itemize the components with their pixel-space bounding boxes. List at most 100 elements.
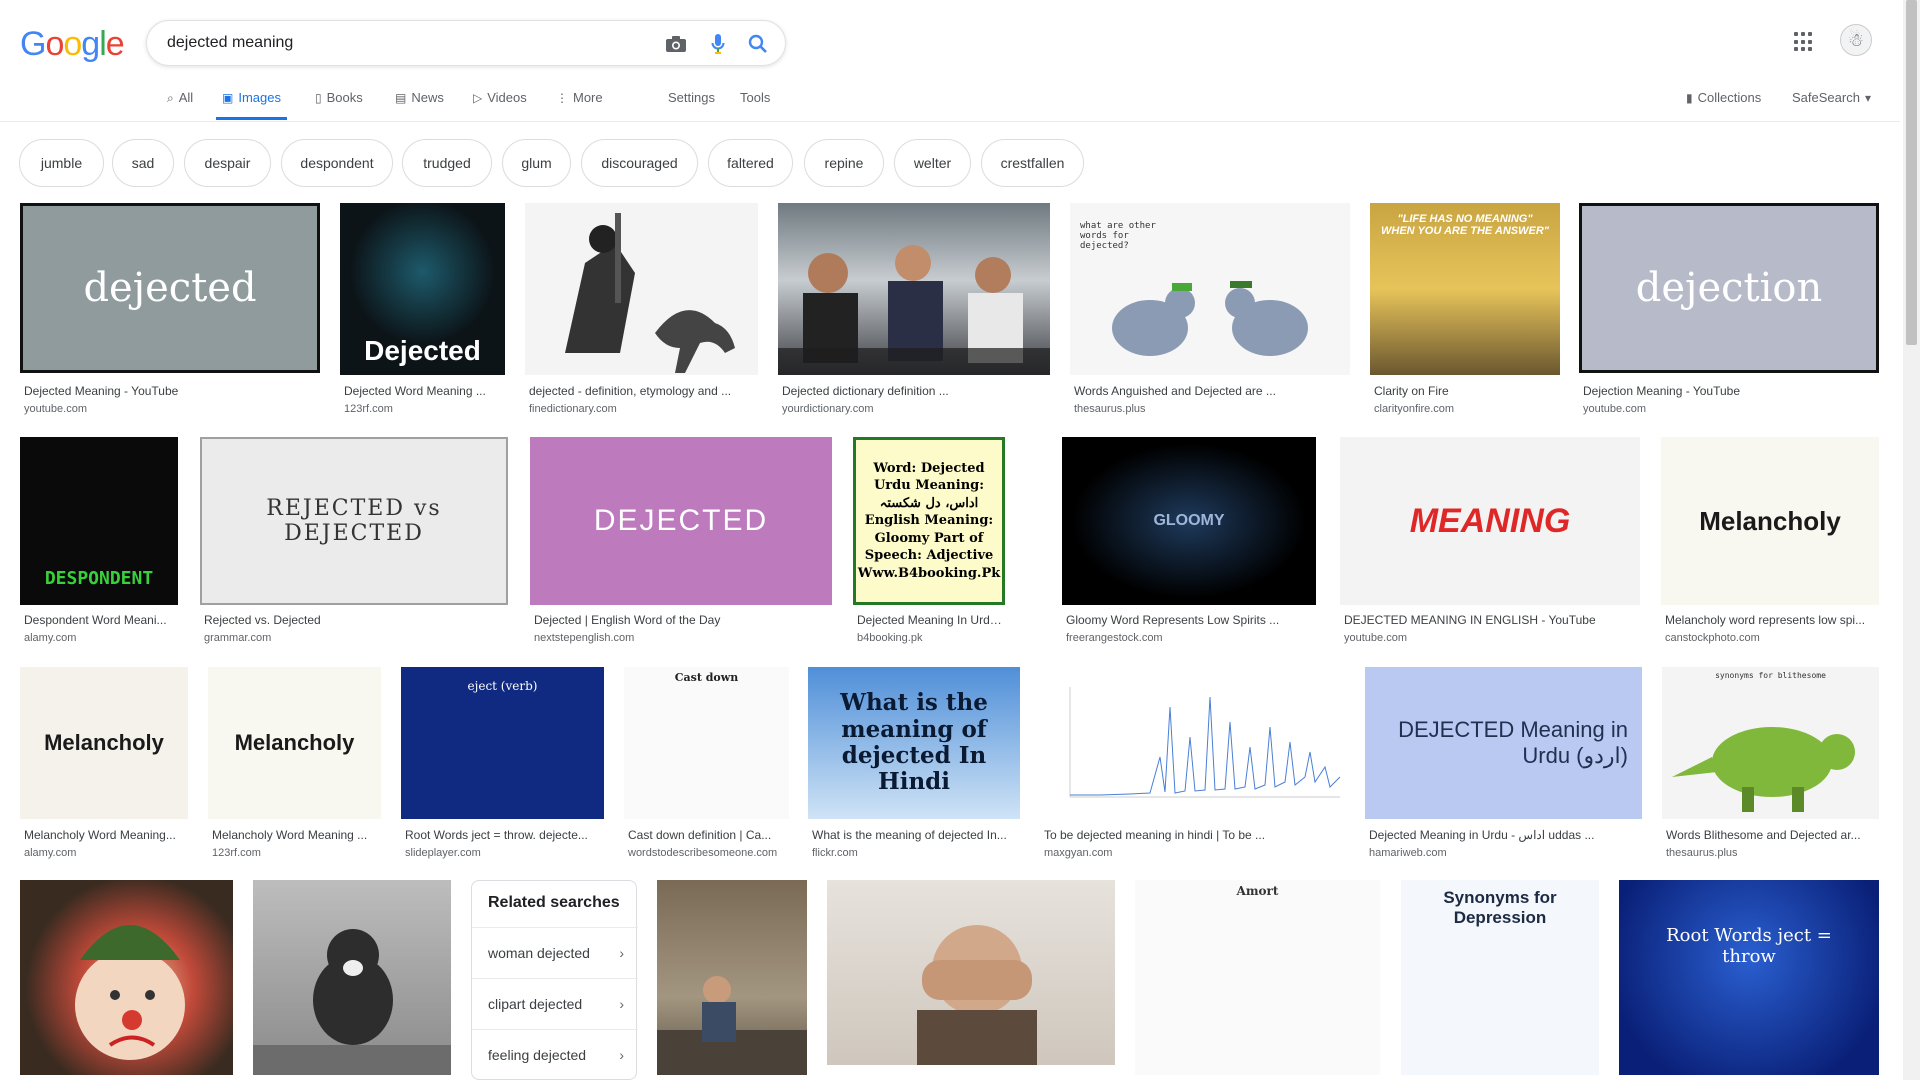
result-thumbnail[interactable]: Dejected [340,203,505,375]
result-caption[interactable]: Dejected Meaning - YouTube [24,384,319,398]
chip-crestfallen[interactable]: crestfallen [981,139,1084,187]
image-result[interactable]: MEANING DEJECTED MEANING IN ENGLISH - Yo… [1340,437,1640,647]
chip-jumble[interactable]: jumble [19,139,104,187]
safesearch-menu[interactable]: SafeSearch ▾ [1792,90,1871,120]
result-caption[interactable]: Clarity on Fire [1374,384,1559,398]
image-result[interactable]: synonyms for blithesome Words Blithesome… [1662,667,1879,867]
result-caption[interactable]: To be dejected meaning in hindi | To be … [1044,828,1344,842]
result-thumbnail[interactable] [20,880,233,1075]
tab-images[interactable]: ▣ Images [216,90,287,120]
search-icon[interactable] [745,31,771,57]
result-thumbnail[interactable] [827,880,1115,1065]
chip-repine[interactable]: repine [804,139,884,187]
tools-link[interactable]: Tools [740,90,770,120]
result-thumbnail[interactable] [657,880,807,1075]
result-thumbnail[interactable]: What is the meaning of dejected In Hindi [808,667,1020,819]
image-result[interactable]: dejected Dejected Meaning - YouTube yout… [20,203,320,428]
related-search-item[interactable]: woman dejected › [472,927,638,977]
image-result[interactable]: Melancholy Melancholy Word Meaning... al… [20,667,188,867]
result-caption[interactable]: What is the meaning of dejected In... [812,828,1020,842]
image-result[interactable]: DESPONDENT Despondent Word Meani... alam… [20,437,180,647]
collections-link[interactable]: ▮ Collections [1686,90,1761,120]
result-thumbnail[interactable]: REJECTED vs DEJECTED [200,437,508,605]
chip-discouraged[interactable]: discouraged [581,139,698,187]
image-result[interactable]: Dejected Dejected Word Meaning ... 123rf… [340,203,505,428]
result-caption[interactable]: Dejected Meaning In Urdu an... [857,613,1007,627]
image-result[interactable]: DEJECTED Meaning in Urdu (اردو) Dejected… [1365,667,1642,867]
result-thumbnail[interactable]: Amort [1135,880,1380,1075]
image-result[interactable]: Root Words ject = throw [1619,880,1879,1080]
image-result[interactable]: dejected - definition, etymology and ...… [525,203,758,428]
result-caption[interactable]: Words Anguished and Dejected are ... [1074,384,1349,398]
result-thumbnail[interactable]: eject (verb) [401,667,604,819]
scrollbar-thumb[interactable] [1906,0,1917,345]
result-thumbnail[interactable]: Melancholy [20,667,188,819]
image-result[interactable]: Cast down Cast down definition | Ca... w… [624,667,789,867]
result-thumbnail[interactable]: DESPONDENT [20,437,178,605]
google-logo[interactable]: Google [20,25,125,64]
chip-sad[interactable]: sad [112,139,174,187]
image-result[interactable]: eject (verb) Root Words ject = throw. de… [401,667,604,867]
tab-videos[interactable]: ▷ Videos [473,90,527,120]
chip-despondent[interactable]: despondent [281,139,393,187]
tab-news[interactable]: ▤ News [395,90,444,120]
related-search-item[interactable]: feeling dejected › [472,1029,638,1079]
result-thumbnail[interactable] [778,203,1050,375]
image-result[interactable]: Amort [1135,880,1380,1080]
result-thumbnail[interactable]: Word: Dejected Urdu Meaning: اداس، دل شک… [853,437,1005,605]
result-thumbnail[interactable]: Melancholy [208,667,381,819]
result-caption[interactable]: Melancholy Word Meaning ... [212,828,381,842]
result-caption[interactable]: Cast down definition | Ca... [628,828,789,842]
image-result[interactable] [253,880,451,1080]
image-result[interactable] [827,880,1115,1080]
result-thumbnail[interactable]: DEJECTED [530,437,832,605]
chip-faltered[interactable]: faltered [708,139,793,187]
image-result[interactable]: "LIFE HAS NO MEANING" WHEN YOU ARE THE A… [1370,203,1560,428]
result-thumbnail[interactable]: DEJECTED Meaning in Urdu (اردو) [1365,667,1642,819]
result-caption[interactable]: dejected - definition, etymology and ... [529,384,757,398]
result-caption[interactable]: Dejected Meaning in Urdu - اداس uddas ..… [1369,828,1641,842]
result-caption[interactable]: Rejected vs. Dejected [204,613,504,627]
image-result[interactable]: Melancholy Melancholy Word Meaning ... 1… [208,667,381,867]
tab-all[interactable]: ⌕ All [167,90,193,120]
image-result[interactable]: GLOOMY Gloomy Word Represents Low Spirit… [1062,437,1316,647]
result-thumbnail[interactable]: Melancholy [1661,437,1879,605]
search-input[interactable] [167,29,647,57]
image-result[interactable]: REJECTED vs DEJECTED Rejected vs. Deject… [200,437,508,647]
related-search-item[interactable]: clipart dejected › [472,978,638,1028]
result-caption[interactable]: Dejected dictionary definition ... [782,384,1047,398]
result-caption[interactable]: Despondent Word Meani... [24,613,179,627]
result-thumbnail[interactable] [1040,667,1345,819]
image-result[interactable]: dejection Dejection Meaning - YouTube yo… [1579,203,1879,428]
chip-despair[interactable]: despair [184,139,271,187]
result-caption[interactable]: Dejected | English Word of the Day [534,613,829,627]
result-caption[interactable]: Words Blithesome and Dejected ar... [1666,828,1879,842]
image-result[interactable]: Word: Dejected Urdu Meaning: اداس، دل شک… [853,437,1007,647]
camera-icon[interactable] [663,31,689,57]
chip-glum[interactable]: glum [502,139,571,187]
image-result[interactable]: DEJECTED Dejected | English Word of the … [530,437,832,647]
chip-welter[interactable]: welter [894,139,971,187]
result-thumbnail[interactable]: what are other words for dejected? [1070,203,1350,375]
result-thumbnail[interactable]: dejection [1579,203,1879,373]
mic-icon[interactable] [705,31,731,57]
tab-more[interactable]: ⋮ More [556,90,603,120]
result-thumbnail[interactable]: Root Words ject = throw [1619,880,1879,1075]
image-result[interactable]: What is the meaning of dejected In Hindi… [808,667,1020,867]
result-caption[interactable]: Root Words ject = throw. dejecte... [405,828,604,842]
image-result[interactable]: what are other words for dejected? Words… [1070,203,1350,428]
result-caption[interactable]: DEJECTED MEANING IN ENGLISH - YouTube [1344,613,1639,627]
result-thumbnail[interactable] [525,203,758,375]
result-thumbnail[interactable]: synonyms for blithesome [1662,667,1879,819]
result-caption[interactable]: Melancholy Word Meaning... [24,828,188,842]
result-thumbnail[interactable]: Synonyms for Depression [1401,880,1599,1075]
result-thumbnail[interactable]: "LIFE HAS NO MEANING" WHEN YOU ARE THE A… [1370,203,1560,375]
image-result[interactable]: Dejected dictionary definition ... yourd… [778,203,1050,428]
image-result[interactable] [20,880,233,1080]
tab-books[interactable]: ▯ Books [315,90,363,120]
result-caption[interactable]: Gloomy Word Represents Low Spirits ... [1066,613,1316,627]
image-result[interactable]: Melancholy Melancholy word represents lo… [1661,437,1879,647]
result-caption[interactable]: Melancholy word represents low spi... [1665,613,1879,627]
result-thumbnail[interactable] [253,880,451,1075]
result-caption[interactable]: Dejected Word Meaning ... [344,384,504,398]
